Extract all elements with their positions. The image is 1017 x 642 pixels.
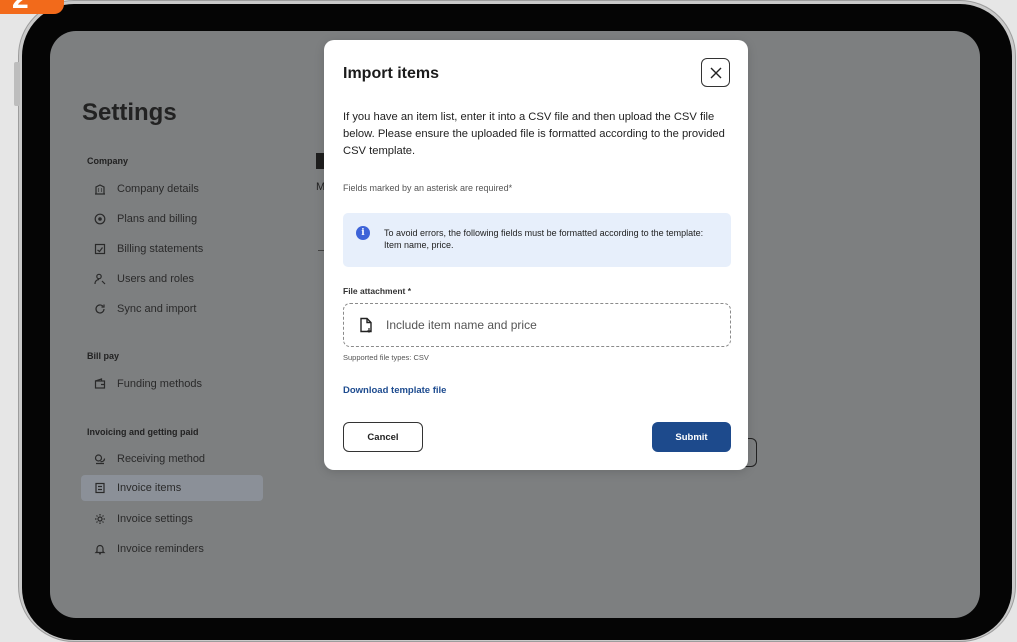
close-icon [709, 66, 723, 80]
invoice-icon [93, 481, 107, 495]
wallet-icon [93, 377, 107, 391]
close-button[interactable] [701, 58, 730, 87]
statement-icon [93, 242, 107, 256]
building-icon [93, 182, 107, 196]
section-label-company: Company [87, 156, 129, 166]
file-upload-icon [358, 317, 374, 333]
bell-icon [93, 542, 107, 556]
tablet-screen: Settings Company Company details Plans a… [50, 31, 980, 618]
info-text: To avoid errors, the following fields mu… [384, 228, 704, 250]
sidebar-item-label: Invoice reminders [117, 543, 204, 555]
drop-zone-placeholder: Include item name and price [386, 318, 537, 332]
file-attachment-label: File attachment * [343, 286, 412, 296]
stage: 2 Settings Company Company details Plans… [0, 0, 1017, 642]
sidebar-item-sync-import[interactable]: Sync and import [81, 296, 263, 322]
tablet-side-button [14, 62, 20, 106]
content-heading-partial [316, 153, 324, 169]
info-alert: i To avoid errors, the following fields … [343, 213, 731, 267]
import-items-modal: Import items If you have an item list, e… [324, 40, 748, 470]
sidebar-item-label: Funding methods [117, 378, 202, 390]
sidebar-item-receiving-method[interactable]: Receiving method [81, 446, 263, 472]
sidebar-item-billing-statements[interactable]: Billing statements [81, 236, 263, 262]
section-label-invoicing: Invoicing and getting paid [87, 427, 199, 437]
target-icon [93, 212, 107, 226]
sidebar-item-invoice-items[interactable]: Invoice items [81, 475, 263, 501]
sidebar-item-users-roles[interactable]: Users and roles [81, 266, 263, 292]
coins-icon [93, 452, 107, 466]
user-icon [93, 272, 107, 286]
step-badge: 2 [0, 0, 64, 14]
submit-button[interactable]: Submit [652, 422, 731, 452]
sidebar-item-invoice-reminders[interactable]: Invoice reminders [81, 536, 263, 562]
sidebar-item-label: Plans and billing [117, 213, 198, 225]
info-icon: i [356, 226, 370, 240]
supported-file-types: Supported file types: CSV [343, 353, 429, 362]
download-template-link[interactable]: Download template file [343, 385, 446, 396]
sidebar-item-label: Sync and import [117, 303, 197, 315]
sidebar-item-company-details[interactable]: Company details [81, 176, 263, 202]
sidebar-item-label: Users and roles [117, 273, 195, 285]
modal-description: If you have an item list, enter it into … [343, 111, 725, 157]
page-title: Settings [82, 99, 177, 126]
sidebar-item-label: Invoice items [117, 482, 182, 494]
sidebar-item-label: Billing statements [117, 243, 204, 255]
gear-icon [93, 512, 107, 526]
section-label-bill-pay: Bill pay [87, 351, 120, 361]
modal-title: Import items [343, 65, 440, 82]
sidebar-item-funding-methods[interactable]: Funding methods [81, 371, 263, 397]
cancel-button[interactable]: Cancel [343, 422, 423, 452]
sync-icon [93, 302, 107, 316]
required-note: Fields marked by an asterisk are require… [343, 183, 513, 193]
sidebar-item-label: Company details [117, 183, 199, 195]
sidebar-item-invoice-settings[interactable]: Invoice settings [81, 506, 263, 532]
sidebar-item-label: Invoice settings [117, 513, 193, 525]
sidebar-item-plans-billing[interactable]: Plans and billing [81, 206, 263, 232]
file-drop-zone[interactable]: Include item name and price [343, 303, 731, 347]
sidebar-item-label: Receiving method [117, 453, 206, 465]
